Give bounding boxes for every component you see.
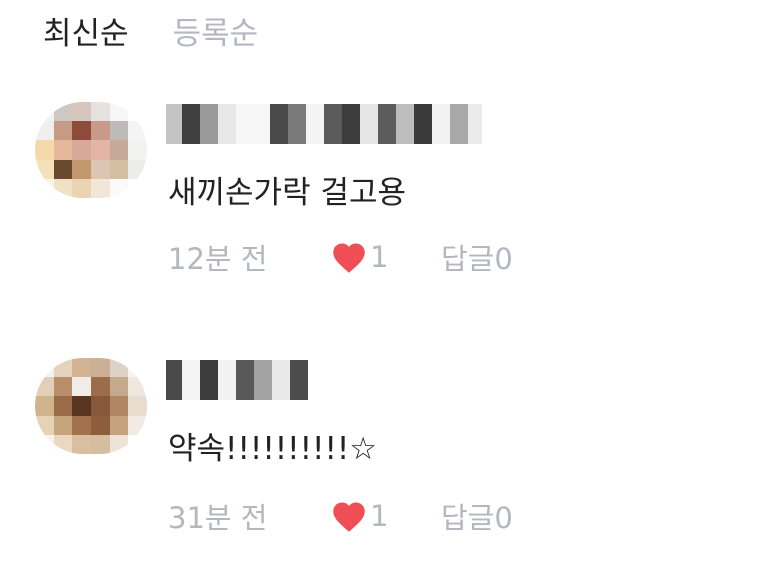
reply-label: 답글	[441, 242, 495, 276]
author-name-redacted[interactable]	[166, 360, 308, 400]
sort-tab-registered[interactable]: 등록순	[173, 8, 259, 53]
comment-section: 최신순 등록순 새끼손가락 걸고용 12분 전 1 답글0 약속!!!!!!!!…	[0, 0, 774, 580]
like-count: 1	[370, 499, 389, 533]
like-button[interactable]: 1	[331, 499, 441, 533]
author-name-redacted[interactable]	[166, 104, 482, 144]
avatar[interactable]	[35, 358, 147, 454]
heart-icon	[333, 502, 365, 532]
sort-tab-latest[interactable]: 최신순	[43, 8, 129, 53]
comment-text: 새끼손가락 걸고용	[168, 175, 407, 211]
reply-count: 0	[494, 242, 513, 276]
reply-button[interactable]: 답글0	[441, 236, 513, 278]
comment-text: 약속!!!!!!!!!!☆	[168, 431, 378, 467]
comment-meta: 31분 전 1 답글0	[168, 494, 513, 538]
reply-label: 답글	[441, 501, 495, 535]
comment-time: 12분 전	[168, 242, 268, 276]
sort-tabs: 최신순 등록순	[43, 0, 302, 60]
heart-icon	[333, 243, 365, 273]
avatar[interactable]	[35, 102, 147, 198]
comment-time: 31분 전	[168, 501, 268, 535]
comment-item: 약속!!!!!!!!!!☆ 31분 전 1 답글0	[35, 358, 735, 548]
reply-count: 0	[494, 501, 513, 535]
comment-item: 새끼손가락 걸고용 12분 전 1 답글0	[35, 102, 735, 292]
like-button[interactable]: 1	[331, 240, 441, 274]
like-count: 1	[370, 240, 389, 274]
reply-button[interactable]: 답글0	[441, 495, 513, 537]
comment-meta: 12분 전 1 답글0	[168, 235, 513, 279]
